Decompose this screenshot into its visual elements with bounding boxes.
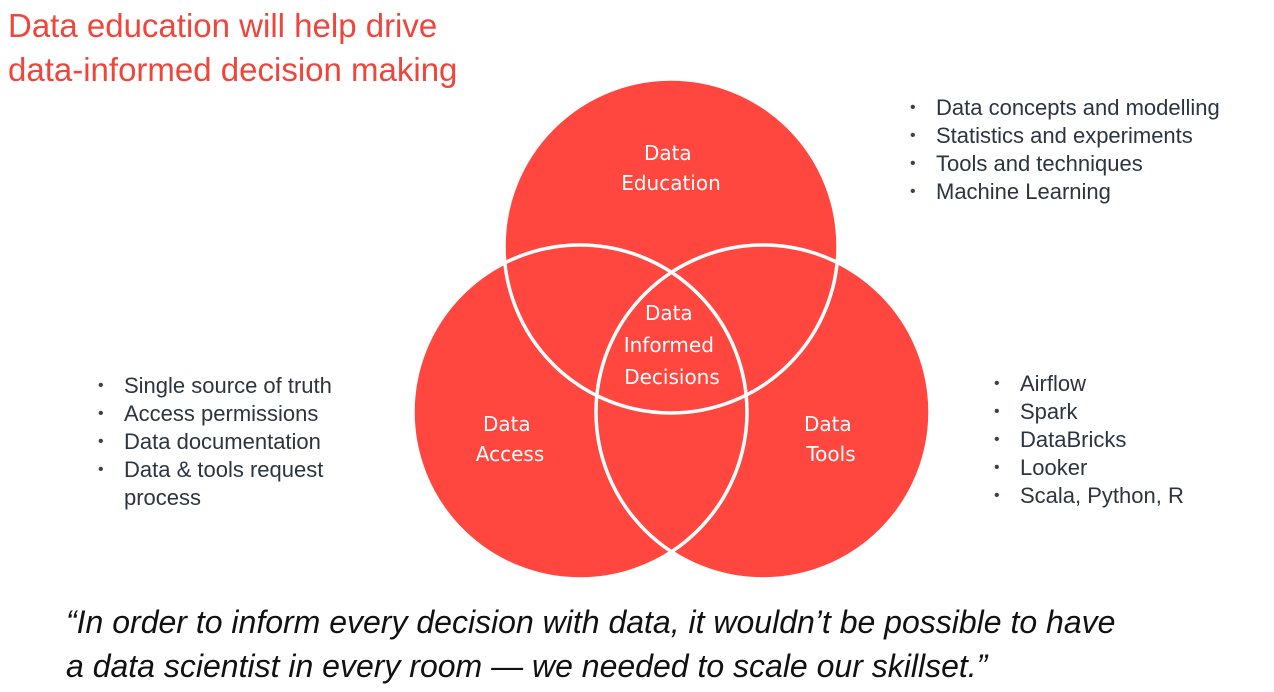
list-item: Data documentation [96, 428, 396, 456]
list-item: DataBricks [992, 426, 1184, 454]
list-item: Statistics and experiments [908, 122, 1220, 150]
quote-line-1: “In order to inform every decision with … [66, 604, 1116, 640]
label-data-education-line-1: Data [644, 141, 692, 165]
data-tools-list: Airflow Spark DataBricks Looker Scala, P… [992, 370, 1184, 510]
list-item: Access permissions [96, 400, 396, 428]
list-item: Data & tools request process [96, 456, 396, 512]
label-data-tools-line-1: Data [804, 412, 852, 436]
data-access-list: Single source of truth Access permission… [96, 372, 396, 512]
label-data-education-line-2: Education [621, 171, 721, 195]
list-item: Looker [992, 454, 1184, 482]
slide: Data education will help drive data-info… [0, 0, 1274, 692]
list-item: Spark [992, 398, 1184, 426]
list-item: Data concepts and modelling [908, 94, 1220, 122]
list-item: Scala, Python, R [992, 482, 1184, 510]
quote: “In order to inform every decision with … [66, 600, 1115, 688]
label-center-line-2: Informed [624, 333, 714, 357]
list-item: Tools and techniques [908, 150, 1220, 178]
list-item: Airflow [992, 370, 1184, 398]
list-item: Single source of truth [96, 372, 396, 400]
label-data-access-line-1: Data [483, 412, 531, 436]
data-education-list: Data concepts and modelling Statistics a… [908, 94, 1220, 206]
label-data-tools-line-2: Tools [805, 442, 855, 466]
quote-line-2: a data scientist in every room — we need… [66, 648, 988, 684]
label-center-line-1: Data [645, 301, 693, 325]
label-center-line-3: Decisions [624, 365, 720, 389]
list-item: Machine Learning [908, 178, 1220, 206]
label-data-access-line-2: Access [476, 442, 544, 466]
